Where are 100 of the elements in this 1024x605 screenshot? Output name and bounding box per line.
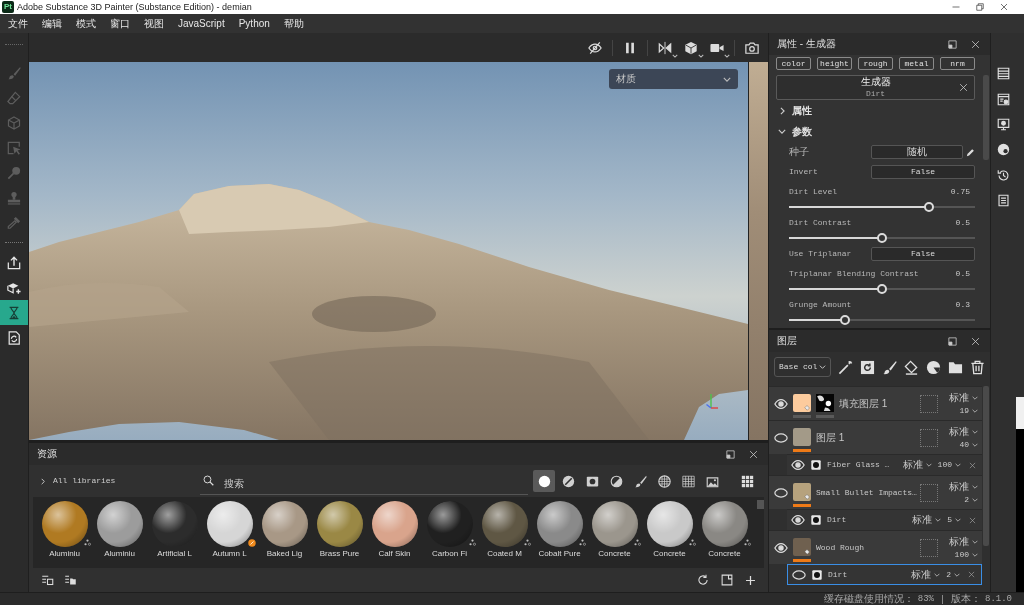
log-icon[interactable] xyxy=(997,194,1010,208)
blend-mode-dropdown[interactable]: 标准 xyxy=(949,392,978,403)
search-field[interactable]: 搜索 xyxy=(200,473,528,495)
layer-row[interactable]: 填充图层 1 标准 19 xyxy=(769,386,982,420)
close-icon[interactable] xyxy=(969,516,976,524)
menu-item[interactable]: 编辑 xyxy=(35,14,69,33)
restore-icon[interactable] xyxy=(976,3,984,11)
material-sphere[interactable] xyxy=(591,501,638,547)
eye-icon[interactable] xyxy=(774,398,788,409)
menu-item[interactable]: 文件 xyxy=(1,14,35,33)
eye-outline-icon[interactable] xyxy=(774,432,788,443)
layer-row[interactable]: Wood Rough 标准 100 xyxy=(769,530,982,564)
caret-icon[interactable] xyxy=(698,53,704,58)
caret-icon[interactable] xyxy=(672,53,678,58)
channel-chip[interactable]: rough xyxy=(858,57,893,70)
cube-icon[interactable] xyxy=(684,40,698,55)
grid-view-icon[interactable] xyxy=(741,474,754,488)
material-sphere[interactable] xyxy=(261,501,308,547)
eye-icon[interactable] xyxy=(774,542,788,553)
blend-mode-dropdown[interactable]: 标准 xyxy=(949,536,978,547)
slider-thumb[interactable] xyxy=(839,315,850,325)
effect-row[interactable]: Fiber Glass … 标准 100 xyxy=(787,454,982,475)
slider-thumb[interactable] xyxy=(877,284,887,294)
close-icon[interactable] xyxy=(969,461,976,469)
channel-chip[interactable]: height xyxy=(817,57,852,70)
slider-thumb[interactable] xyxy=(877,233,887,243)
section-header[interactable]: 参数 xyxy=(769,121,982,142)
eye-icon[interactable] xyxy=(791,515,805,525)
undock-icon[interactable] xyxy=(948,39,957,49)
close-icon[interactable] xyxy=(968,571,975,578)
opacity-dropdown[interactable]: 100 xyxy=(954,550,978,559)
window-icon[interactable] xyxy=(721,574,733,586)
opacity-dropdown[interactable]: 19 xyxy=(959,406,978,415)
mirror-icon[interactable] xyxy=(658,40,672,55)
caret-icon[interactable] xyxy=(724,53,730,58)
blend-mode-dropdown[interactable]: 标准 xyxy=(949,481,978,492)
list-icon[interactable] xyxy=(997,67,1010,81)
undock-icon[interactable] xyxy=(726,449,735,459)
camera-icon[interactable] xyxy=(745,40,759,55)
material-sphere[interactable] xyxy=(371,501,418,547)
layer-row[interactable]: Small Bullet Impacts… 标准 2 xyxy=(769,475,982,509)
effect-row[interactable]: Dirt 标准 2 xyxy=(787,564,982,585)
opacity-dropdown[interactable]: 2 xyxy=(946,570,960,579)
scrollbar-thumb[interactable] xyxy=(1016,397,1024,429)
layer-row[interactable]: 图层 1 标准 40 xyxy=(769,420,982,454)
material-sphere[interactable] xyxy=(41,501,88,547)
eye-outline-icon[interactable] xyxy=(774,487,788,498)
close-icon[interactable] xyxy=(1000,3,1008,11)
menu-item[interactable]: 窗口 xyxy=(103,14,137,33)
material-sphere[interactable] xyxy=(536,501,583,547)
material-sphere[interactable] xyxy=(206,501,253,547)
paint-bucket-icon[interactable] xyxy=(904,359,919,375)
blend-mode-dropdown[interactable]: 标准 xyxy=(902,460,932,470)
material-sphere[interactable] xyxy=(701,501,748,547)
channel-chip[interactable]: nrm xyxy=(940,57,975,70)
list-folder-icon[interactable] xyxy=(64,574,77,586)
channel-dropdown[interactable]: Base col xyxy=(774,357,831,377)
list-box-icon[interactable] xyxy=(41,574,54,586)
opacity-dropdown[interactable]: 2 xyxy=(964,495,978,504)
menu-item[interactable]: 视图 xyxy=(137,14,171,33)
effect-row[interactable]: Dirt 标准 5 xyxy=(787,509,982,530)
channel-chip[interactable]: metal xyxy=(899,57,934,70)
material-sphere[interactable] xyxy=(96,501,143,547)
magic-wand-icon[interactable] xyxy=(838,359,853,375)
slider-track[interactable] xyxy=(789,284,975,294)
blend-mode-dropdown[interactable]: 标准 xyxy=(912,515,942,525)
opacity-dropdown[interactable]: 5 xyxy=(947,516,961,524)
scrollbar-thumb[interactable] xyxy=(983,386,989,546)
opacity-dropdown[interactable]: 40 xyxy=(959,440,978,449)
mask-icon[interactable] xyxy=(926,359,941,375)
menu-item[interactable]: JavaScript xyxy=(171,14,232,33)
monitor-gear-icon[interactable] xyxy=(997,117,1010,131)
channel-chip[interactable]: color xyxy=(776,57,811,70)
pause-icon[interactable] xyxy=(623,40,637,55)
seed-button[interactable]: 随机 xyxy=(871,145,963,159)
blend-mode-dropdown[interactable]: 标准 xyxy=(911,569,941,580)
material-sphere[interactable] xyxy=(481,501,528,547)
fill-layer-icon[interactable] xyxy=(860,359,875,375)
pencil-icon[interactable] xyxy=(966,147,975,157)
menu-item[interactable]: Python xyxy=(231,14,277,33)
sphere-gear-icon[interactable] xyxy=(997,143,1010,157)
folder-icon[interactable] xyxy=(948,359,963,375)
trash-icon[interactable] xyxy=(970,359,985,375)
brush-icon[interactable] xyxy=(882,359,897,375)
slider-track[interactable] xyxy=(789,202,975,212)
scrollbar-thumb[interactable] xyxy=(757,500,764,509)
material-sphere[interactable] xyxy=(646,501,693,547)
opacity-dropdown[interactable]: 100 xyxy=(937,461,961,469)
value-dropdown[interactable]: False xyxy=(871,247,975,261)
asset-filter-tab[interactable] xyxy=(533,470,555,492)
section-header[interactable]: 属性 xyxy=(769,100,982,121)
slider-track[interactable] xyxy=(789,233,975,243)
slider-track[interactable] xyxy=(789,315,975,325)
value-dropdown[interactable]: False xyxy=(871,165,975,179)
refresh-icon[interactable] xyxy=(697,574,709,586)
history-icon[interactable] xyxy=(997,168,1010,182)
slider-thumb[interactable] xyxy=(923,202,934,212)
eye-icon[interactable] xyxy=(791,460,805,470)
scrollbar-thumb[interactable] xyxy=(983,75,989,160)
menu-item[interactable]: 帮助 xyxy=(276,14,311,33)
